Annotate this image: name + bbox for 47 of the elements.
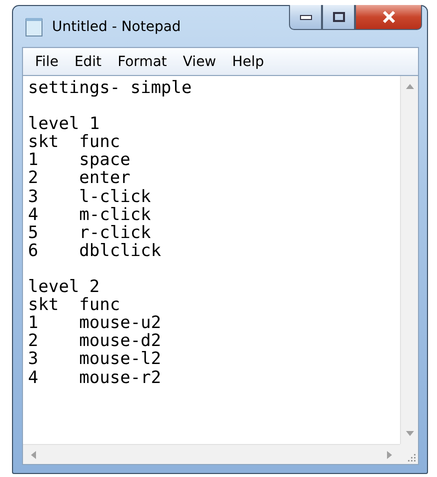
column-label: func bbox=[79, 133, 120, 152]
vertical-scrollbar[interactable] bbox=[400, 76, 418, 444]
socket-number: 1 bbox=[28, 150, 38, 170]
column-label: skt bbox=[28, 132, 59, 152]
resize-grip-icon[interactable] bbox=[407, 453, 416, 462]
window-title: Untitled - Notepad bbox=[52, 18, 181, 34]
socket-number: 6 bbox=[28, 240, 38, 261]
socket-number: 2 bbox=[28, 168, 38, 188]
scroll-right-icon[interactable] bbox=[387, 450, 392, 458]
function-name: mouse-r2 bbox=[79, 368, 162, 387]
menu-item[interactable]: Format bbox=[110, 54, 175, 70]
function-name: r-click bbox=[79, 224, 151, 242]
function-name: l-click bbox=[79, 188, 151, 206]
function-name: m-click bbox=[79, 206, 151, 224]
function-name: mouse-u2 bbox=[79, 314, 162, 332]
socket-number: 4 bbox=[28, 204, 38, 225]
function-name: space bbox=[79, 151, 130, 170]
notepad-icon bbox=[25, 16, 43, 36]
socket-number: 3 bbox=[28, 186, 38, 207]
function-name: dblclick bbox=[79, 242, 162, 260]
socket-number: 4 bbox=[28, 368, 38, 388]
scroll-down-icon[interactable] bbox=[406, 431, 414, 436]
menu-item[interactable]: Help bbox=[224, 54, 272, 70]
minimize-icon bbox=[300, 14, 312, 20]
column-label: func bbox=[79, 296, 120, 314]
scroll-up-icon[interactable] bbox=[406, 84, 414, 89]
socket-number: 2 bbox=[28, 331, 38, 352]
menu-item[interactable]: File bbox=[27, 54, 66, 70]
function-name: enter bbox=[79, 169, 130, 188]
socket-number: 1 bbox=[28, 313, 38, 334]
menu-item[interactable]: View bbox=[174, 54, 224, 70]
function-name: mouse-d2 bbox=[79, 332, 162, 350]
menu-item[interactable]: Edit bbox=[66, 54, 110, 70]
socket-number: 3 bbox=[28, 349, 38, 370]
minimize-button[interactable] bbox=[289, 5, 322, 30]
column-label: skt bbox=[28, 295, 59, 316]
text-line: settings- simple bbox=[28, 79, 192, 98]
text-line: level 1 bbox=[28, 115, 100, 134]
scroll-left-icon[interactable] bbox=[31, 450, 36, 458]
horizontal-scrollbar[interactable] bbox=[23, 444, 400, 464]
function-name: mouse-l2 bbox=[79, 350, 162, 368]
text-line: level 2 bbox=[28, 278, 100, 296]
socket-number: 5 bbox=[28, 222, 38, 243]
maximize-icon bbox=[332, 12, 344, 22]
close-button[interactable] bbox=[355, 5, 422, 30]
maximize-button[interactable] bbox=[322, 5, 355, 30]
close-icon bbox=[382, 11, 396, 23]
